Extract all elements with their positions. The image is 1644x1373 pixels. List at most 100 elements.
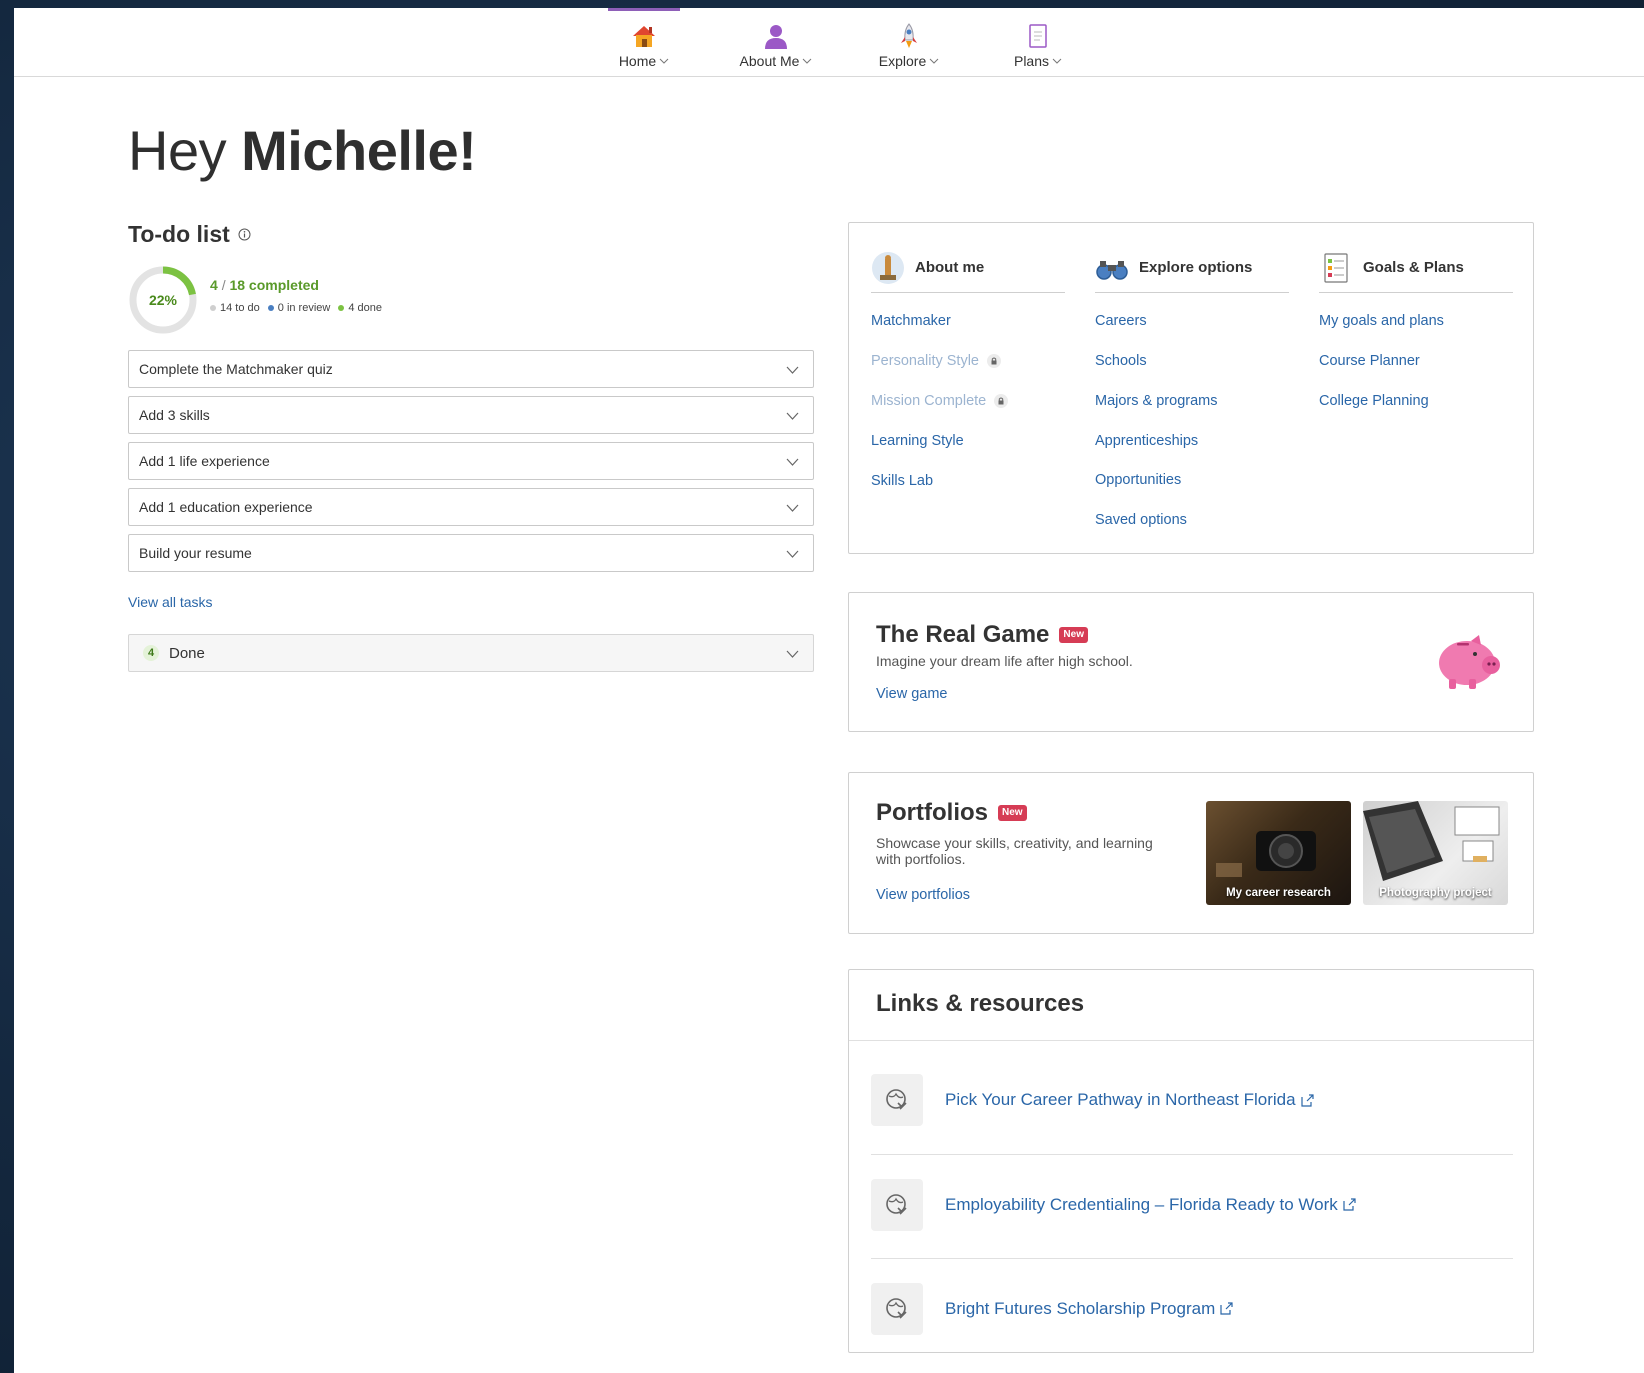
review-dot <box>267 305 274 312</box>
lock-icon <box>987 354 1001 368</box>
piggy-bank-icon <box>1439 635 1500 689</box>
nav-explore[interactable]: Explore <box>874 8 944 77</box>
task-item[interactable]: Add 1 education experience <box>128 488 814 526</box>
todo-dot <box>210 305 216 312</box>
stat-done: 4 done <box>348 302 382 314</box>
goals-plans-heading: Goals & Plans <box>1319 243 1513 293</box>
link-apprenticeships[interactable]: Apprenticeships <box>1095 433 1198 449</box>
task-label: Add 1 education experience <box>139 499 313 515</box>
view-all-tasks-link[interactable]: View all tasks <box>128 594 213 610</box>
completed-done: 4 <box>210 277 218 293</box>
link-course-planner[interactable]: Course Planner <box>1319 353 1420 369</box>
binoculars-icon <box>1096 260 1128 280</box>
chevron-down-icon <box>929 58 939 64</box>
column-heading: Goals & Plans <box>1363 259 1464 276</box>
task-label: Add 1 life experience <box>139 453 270 469</box>
nav-plans-label: Plans <box>1013 53 1050 69</box>
view-portfolios-link[interactable]: View portfolios <box>876 887 970 903</box>
person-icon <box>765 25 787 49</box>
portfolios-card: Portfolios New Showcase your skills, cre… <box>848 772 1534 934</box>
app-page: Home About Me Explore Plans Hey Michelle… <box>14 8 1644 1373</box>
info-icon[interactable] <box>238 228 251 241</box>
nav-plans[interactable]: Plans <box>1008 8 1068 77</box>
external-link-icon <box>1343 1198 1356 1211</box>
link-skills-lab[interactable]: Skills Lab <box>871 473 933 489</box>
task-stats: 14 to do 0 in review 4 done <box>210 302 382 314</box>
greeting-name: Michelle! <box>241 119 477 182</box>
link-my-goals[interactable]: My goals and plans <box>1319 313 1444 329</box>
chevron-down-icon <box>786 550 799 558</box>
portfolios-title: Portfolios <box>876 799 988 826</box>
completed-count: 4 / 18 completed <box>210 277 319 293</box>
link-college-planning[interactable]: College Planning <box>1319 393 1429 409</box>
new-badge: New <box>1059 627 1088 643</box>
resource-link[interactable]: Bright Futures Scholarship Program <box>945 1299 1233 1319</box>
about-me-heading: About me <box>871 243 1065 293</box>
todo-title: To-do list <box>128 221 230 247</box>
clipboard-icon <box>1029 24 1047 48</box>
new-badge: New <box>998 805 1027 821</box>
link-matchmaker[interactable]: Matchmaker <box>871 313 951 329</box>
chevron-down-icon <box>786 650 799 658</box>
nav-about-label: About Me <box>739 53 800 69</box>
portfolio-thumbnail[interactable]: Photography project <box>1363 801 1508 905</box>
portfolio-thumbnail[interactable]: My career research <box>1206 801 1351 905</box>
chevron-down-icon <box>786 412 799 420</box>
chevron-down-icon <box>786 366 799 374</box>
task-label: Complete the Matchmaker quiz <box>139 361 333 377</box>
chevron-down-icon <box>1052 58 1062 64</box>
link-careers[interactable]: Careers <box>1095 313 1147 329</box>
link-learning-style[interactable]: Learning Style <box>871 433 964 449</box>
resource-link[interactable]: Employability Credentialing – Florida Re… <box>945 1195 1356 1215</box>
link-opportunities[interactable]: Opportunities <box>1095 472 1181 488</box>
todo-heading: To-do list <box>128 221 251 248</box>
thumbnail-label: My career research <box>1226 887 1331 899</box>
figure-icon <box>872 251 904 284</box>
resource-row[interactable]: Employability Credentialing – Florida Re… <box>871 1154 1513 1254</box>
resources-title: Links & resources <box>876 990 1085 1017</box>
thumbnail-label: Photography project <box>1379 887 1492 899</box>
greeting-prefix: Hey <box>128 119 227 182</box>
stat-todo: 14 to do <box>220 302 260 314</box>
column-heading: About me <box>915 259 985 276</box>
resource-row[interactable]: Pick Your Career Pathway in Northeast Fl… <box>871 1050 1513 1150</box>
portfolios-description: Showcase your skills, creativity, and le… <box>876 835 1153 867</box>
stat-review: 0 in review <box>277 302 331 314</box>
completed-total: 18 completed <box>229 277 319 293</box>
top-nav: Home About Me Explore Plans <box>14 8 1644 77</box>
nav-home[interactable]: Home <box>608 8 680 77</box>
link-majors-programs[interactable]: Majors & programs <box>1095 393 1217 409</box>
task-item[interactable]: Add 3 skills <box>128 396 814 434</box>
real-game-title: The Real Game <box>876 621 1050 648</box>
chevron-down-icon <box>786 504 799 512</box>
link-mission-complete[interactable]: Mission Complete <box>871 393 1009 409</box>
task-label: Build your resume <box>139 545 252 561</box>
resource-link[interactable]: Pick Your Career Pathway in Northeast Fl… <box>945 1090 1314 1110</box>
task-item[interactable]: Build your resume <box>128 534 814 572</box>
globe-link-icon <box>871 1178 923 1231</box>
divider <box>849 1040 1533 1041</box>
chevron-down-icon <box>786 458 799 466</box>
chevron-down-icon <box>659 58 669 64</box>
nav-about-me[interactable]: About Me <box>734 8 818 77</box>
rocket-icon <box>901 23 917 48</box>
task-label: Add 3 skills <box>139 407 210 423</box>
done-count-badge: 4 <box>143 645 159 661</box>
progress-percent: 22% <box>148 292 178 308</box>
real-game-description: Imagine your dream life after high schoo… <box>876 653 1133 669</box>
globe-link-icon <box>871 1282 923 1335</box>
view-game-link[interactable]: View game <box>876 686 947 702</box>
task-item[interactable]: Add 1 life experience <box>128 442 814 480</box>
external-link-icon <box>1220 1302 1233 1315</box>
link-personality-style[interactable]: Personality Style <box>871 353 1001 369</box>
link-schools[interactable]: Schools <box>1095 353 1147 369</box>
page-title: Hey Michelle! <box>128 118 477 183</box>
house-icon <box>633 26 655 47</box>
resource-row[interactable]: Bright Futures Scholarship Program <box>871 1258 1513 1358</box>
explore-options-heading: Explore options <box>1095 243 1289 293</box>
done-section-toggle[interactable]: 4 Done <box>128 634 814 672</box>
link-saved-options[interactable]: Saved options <box>1095 512 1187 528</box>
portfolios-title-row: Portfolios New <box>876 799 1027 827</box>
done-dot <box>338 305 345 312</box>
task-item[interactable]: Complete the Matchmaker quiz <box>128 350 814 388</box>
